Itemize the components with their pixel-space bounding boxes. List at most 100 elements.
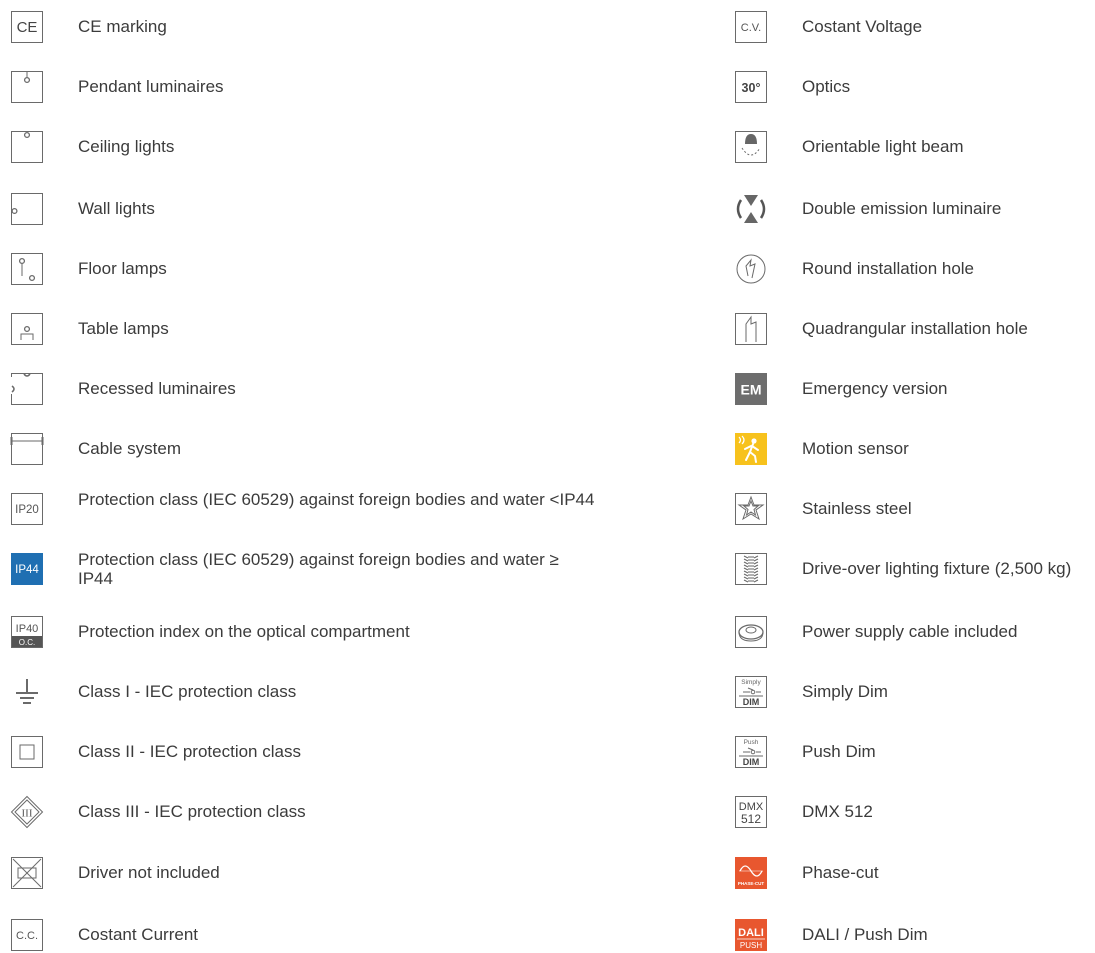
legend-row: Power supply cable included — [734, 614, 1089, 650]
wall-light-icon — [10, 192, 44, 226]
round-hole-icon — [734, 252, 768, 286]
legend-row: IP44 Protection class (IEC 60529) against… — [10, 550, 650, 588]
legend-row: Class I - IEC protection class — [10, 674, 650, 710]
table-lamp-icon — [10, 312, 44, 346]
legend-row: Floor lamps — [10, 251, 650, 287]
legend-label: Protection index on the optical compartm… — [78, 622, 410, 641]
legend-row: DMX 512 DMX 512 — [734, 794, 1089, 830]
legend-label: Protection class (IEC 60529) against for… — [78, 550, 559, 588]
constant-voltage-icon: C.V. — [734, 10, 768, 44]
legend-label: Costant Voltage — [802, 17, 923, 36]
legend-row: Pendant luminaires — [10, 69, 650, 105]
legend-row: Push DIM Push Dim — [734, 734, 1089, 770]
legend-label: Protection class (IEC 60529) against for… — [78, 490, 595, 509]
legend-label: DMX 512 — [802, 802, 873, 821]
legend-row: Motion sensor — [734, 431, 1089, 467]
legend-label: Quadrangular installation hole — [802, 319, 1028, 338]
drive-over-tire-icon — [734, 552, 768, 586]
svg-text:C.C.: C.C. — [16, 930, 38, 942]
class-2-square-icon — [10, 735, 44, 769]
ce-marking-icon: CE — [10, 10, 44, 44]
power-cable-icon — [734, 615, 768, 649]
svg-text:CE: CE — [17, 19, 38, 36]
legend-row: IP40 O.C. Protection index on the optical … — [10, 614, 650, 650]
legend-label: Orientable light beam — [802, 137, 964, 156]
class-3-diamond-icon: III — [10, 795, 44, 829]
legend-row: Cable system — [10, 431, 650, 467]
svg-text:DIM: DIM — [743, 697, 760, 707]
svg-text:IP44: IP44 — [15, 564, 39, 576]
legend-row: CE CE marking — [10, 9, 650, 45]
ip20-icon: IP20 — [10, 492, 44, 526]
legend-label: Optics — [802, 77, 851, 96]
legend-row: C.V. Costant Voltage — [734, 9, 1089, 45]
legend-label: Recessed luminaires — [78, 379, 236, 398]
svg-text:PUSH: PUSH — [740, 941, 762, 950]
legend-row: Round installation hole — [734, 251, 1089, 287]
legend-label: Cable system — [78, 439, 181, 458]
legend-label: CE marking — [78, 17, 167, 36]
legend-row: Orientable light beam — [734, 129, 1089, 165]
legend-label: Drive-over lighting fixture (2,500 kg) — [802, 559, 1072, 578]
legend-label: Floor lamps — [78, 259, 167, 278]
legend-row: Stainless steel — [734, 491, 1089, 527]
legend-label: Driver not included — [78, 863, 220, 882]
driver-not-included-icon — [10, 856, 44, 890]
legend-label: Table lamps — [78, 319, 169, 338]
legend-row: 30° Optics — [734, 69, 1089, 105]
legend-row: Wall lights — [10, 191, 650, 227]
legend-row: IP20 Protection class (IEC 60529) against… — [10, 490, 650, 527]
svg-text:Simply: Simply — [741, 679, 761, 686]
legend-label: Round installation hole — [802, 259, 975, 278]
legend-label: Class III - IEC protection class — [78, 802, 306, 821]
legend-row: Driver not included — [10, 855, 650, 891]
stainless-steel-star-icon — [734, 492, 768, 526]
legend-row: Quadrangular installation hole — [734, 311, 1089, 347]
svg-text:PHASE-CUT: PHASE-CUT — [738, 881, 765, 886]
svg-text:IP40: IP40 — [16, 623, 39, 635]
ip44-icon: IP44 — [10, 552, 44, 586]
svg-text:IP20: IP20 — [15, 504, 39, 516]
double-emission-icon — [734, 192, 768, 226]
cable-system-icon — [10, 432, 44, 466]
ip40-optical-compartment-icon: IP40 O.C. — [10, 615, 44, 649]
legend-label: Class I - IEC protection class — [78, 682, 297, 701]
phase-cut-icon: PHASE-CUT — [734, 856, 768, 890]
svg-text:C.V.: C.V. — [741, 22, 761, 34]
legend-row: III Class III - IEC protection class — [10, 794, 650, 830]
legend-label: Pendant luminaires — [78, 77, 224, 96]
legend-label: Motion sensor — [802, 439, 909, 458]
legend-label: Stainless steel — [802, 499, 912, 518]
legend-row: Ceiling lights — [10, 129, 650, 165]
orientable-beam-icon — [734, 130, 768, 164]
push-dim-icon: Push DIM — [734, 735, 768, 769]
svg-text:III: III — [22, 808, 33, 820]
legend-label: Push Dim — [802, 742, 876, 761]
legend-row: Double emission luminaire — [734, 191, 1089, 227]
constant-current-icon: C.C. — [10, 918, 44, 952]
legend-row: Recessed luminaires — [10, 371, 650, 407]
svg-text:DIM: DIM — [743, 757, 760, 767]
legend-label: Phase-cut — [802, 863, 879, 882]
legend-label: Simply Dim — [802, 682, 888, 701]
legend-label: DALI / Push Dim — [802, 925, 928, 944]
svg-text:512: 512 — [741, 812, 761, 826]
dmx-512-icon: DMX 512 — [734, 795, 768, 829]
legend-row: EM Emergency version — [734, 371, 1089, 407]
emergency-em-icon: EM — [734, 372, 768, 406]
legend-label: Ceiling lights — [78, 137, 175, 156]
legend-row: PHASE-CUT Phase-cut — [734, 855, 1089, 891]
pendant-luminaire-icon — [10, 70, 44, 104]
optics-30-icon: 30° — [734, 70, 768, 104]
legend-label: Emergency version — [802, 379, 948, 398]
legend-label: Double emission luminaire — [802, 199, 1002, 218]
legend-row: Drive-over lighting fixture (2,500 kg) — [734, 551, 1089, 587]
legend-row: Table lamps — [10, 311, 650, 347]
quadrangular-hole-icon — [734, 312, 768, 346]
svg-text:Push: Push — [744, 739, 759, 746]
svg-text:30°: 30° — [742, 81, 761, 95]
recessed-luminaire-icon — [10, 372, 44, 406]
motion-sensor-icon — [734, 432, 768, 466]
legend-row: Simply DIM Simply Dim — [734, 674, 1089, 710]
legend-row: Class II - IEC protection class — [10, 734, 650, 770]
